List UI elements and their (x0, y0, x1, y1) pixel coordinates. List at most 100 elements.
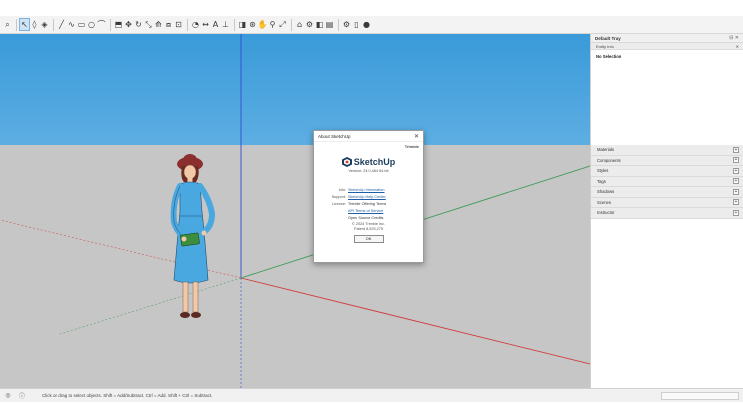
tray-title: Default Tray (595, 35, 621, 41)
info-row: Info: SketchUp Information (314, 186, 423, 193)
style-icon[interactable]: ◧ (315, 19, 324, 30)
toolbar-separator (234, 18, 235, 31)
scenes-icon[interactable]: ▤ (325, 19, 334, 30)
tray-panel-scenes[interactable]: Scenes + (591, 197, 743, 208)
tape-measure-icon[interactable]: ⊡ (174, 19, 183, 30)
entity-info-header[interactable]: Entity Info ✕ (591, 43, 743, 50)
tray-panel-label: Styles (597, 168, 609, 174)
dialog-title: About SketchUp (318, 133, 351, 139)
text-icon[interactable]: A (211, 19, 220, 30)
info-links: Info: SketchUp Information Support: SketchU… (314, 186, 423, 221)
settings-icon[interactable]: ⚙ (342, 19, 351, 30)
move-icon[interactable]: ✥ (124, 19, 133, 30)
tray-panel-tags[interactable]: Tags + (591, 176, 743, 187)
default-tray: Default Tray ⊟ ✕ Entity Info ✕ No Select… (590, 34, 743, 388)
info-row: Support: SketchUp Help Center (314, 193, 423, 200)
sketchup-logo: SketchUp (314, 157, 423, 167)
toolbar-separator (291, 18, 292, 31)
status-bar: ◎ ⓘ Click or drag to select objects. Shi… (0, 388, 743, 402)
model-axes (0, 34, 590, 388)
freehand-icon[interactable]: ∿ (67, 19, 76, 30)
expand-icon[interactable]: + (733, 188, 739, 195)
offset-icon[interactable]: ⧈ (164, 19, 173, 30)
about-dialog: About SketchUp ✕ Trimble SketchUp Versio… (313, 130, 424, 263)
info-link[interactable]: SketchUp Information (348, 188, 385, 192)
entity-info-label: Entity Info (596, 43, 614, 49)
orbit-icon[interactable]: ⊛ (248, 19, 257, 30)
red-axis (240, 277, 590, 365)
extension-icon[interactable]: ⚙ (305, 19, 314, 30)
axes-icon[interactable]: ⊥ (221, 19, 230, 30)
main-toolbar: ⌕ ↖ ◊ ◈ ╱ ∿ ▭ ○ ⌒ ⬒ ✥ ↻ ⤡ ⟰ ⧈ ⊡ ◔ ↔ A ⊥ ◨ ⊛ ✋ ⚲ ⤢ ⌂ ⚙ ◧ ▤ ⚙ ▯ ● (0, 16, 743, 34)
info-link[interactable]: API Terms of Service (348, 209, 383, 213)
info-text: Trimble Offering Terms (348, 201, 387, 206)
model-viewport[interactable]: About SketchUp ✕ Trimble SketchUp Versio… (0, 34, 590, 388)
measurements-box[interactable] (661, 392, 739, 400)
tray-panel-shadows[interactable]: Shadows + (591, 187, 743, 198)
expand-icon[interactable]: + (733, 178, 739, 185)
document-icon[interactable]: ▯ (352, 19, 361, 30)
warehouse-icon[interactable]: ⌂ (295, 19, 304, 30)
tray-panel-label: Tags (597, 178, 606, 184)
zoom-extents-icon[interactable]: ⤢ (278, 19, 287, 30)
tray-panel-label: Shadows (597, 189, 615, 195)
toolbar-separator (16, 18, 17, 31)
app-name: SketchUp (353, 157, 396, 167)
toolbar-separator (110, 18, 111, 31)
tray-controls-icon[interactable]: ⊟ ✕ (729, 35, 739, 41)
tray-header: Default Tray ⊟ ✕ (591, 34, 743, 43)
close-icon[interactable]: ✕ (414, 133, 419, 140)
select-icon[interactable]: ↖ (19, 18, 30, 31)
sketchup-logo-icon (341, 157, 352, 167)
no-selection-text: No Selection (596, 54, 622, 59)
credits-icon[interactable]: ⓘ (18, 392, 26, 400)
protractor-icon[interactable]: ◔ (191, 19, 200, 30)
rectangle-icon[interactable]: ▭ (77, 19, 86, 30)
tray-panels: Materials + Components + Styles + Tags + Shadows… (591, 145, 743, 219)
user-icon[interactable]: ● (362, 19, 371, 30)
geo-location-icon[interactable]: ◎ (4, 392, 12, 400)
info-row-key: Support: (331, 194, 346, 199)
info-row-key: Info: (338, 187, 346, 192)
section-plane-icon[interactable]: ◨ (238, 19, 247, 30)
expand-icon[interactable]: + (733, 157, 739, 164)
dimension-icon[interactable]: ↔ (201, 19, 210, 30)
follow-me-icon[interactable]: ⟰ (154, 19, 163, 30)
paint-bucket-icon[interactable]: ◈ (40, 19, 49, 30)
info-row-key: License: (331, 201, 346, 206)
info-row: API Terms of Service (314, 207, 423, 214)
expand-icon[interactable]: + (733, 146, 739, 153)
version-text: Version: 24.0.484 64-bit (348, 169, 389, 173)
scale-figure[interactable] (168, 152, 222, 322)
rotate-icon[interactable]: ↻ (134, 19, 143, 30)
search-icon[interactable]: ⌕ (3, 19, 12, 30)
sketchup-window: ⌕ ↖ ◊ ◈ ╱ ∿ ▭ ○ ⌒ ⬒ ✥ ↻ ⤡ ⟰ ⧈ ⊡ ◔ ↔ A ⊥ ◨ ⊛ ✋ ⚲ ⤢ ⌂ ⚙ ◧ ▤ ⚙ ▯ ● (0, 0, 743, 418)
expand-icon[interactable]: + (733, 199, 739, 206)
tray-panel-materials[interactable]: Materials + (591, 145, 743, 156)
pan-icon[interactable]: ✋ (258, 19, 268, 30)
expand-icon[interactable]: + (733, 209, 739, 216)
info-row: Open Source Credits (314, 214, 423, 221)
arc-icon[interactable]: ⌒ (97, 19, 106, 30)
tray-panel-styles[interactable]: Styles + (591, 166, 743, 177)
close-icon[interactable]: ✕ (736, 44, 739, 49)
tray-panel-components[interactable]: Components + (591, 155, 743, 166)
toolbar-separator (338, 18, 339, 31)
scale-icon[interactable]: ⤡ (144, 19, 153, 30)
line-icon[interactable]: ╱ (57, 19, 66, 30)
entity-info-body: No Selection (591, 50, 743, 146)
zoom-icon[interactable]: ⚲ (268, 19, 277, 30)
info-text: Open Source Credits (348, 215, 384, 220)
info-link[interactable]: SketchUp Help Center (348, 195, 386, 199)
ok-button[interactable]: OK (353, 235, 384, 243)
dialog-titlebar: About SketchUp ✕ (314, 131, 423, 142)
status-text: Click or drag to select objects. Shift =… (42, 393, 213, 398)
tray-panel-instructor[interactable]: Instructor + (591, 208, 743, 219)
push-pull-icon[interactable]: ⬒ (114, 19, 123, 30)
circle-icon[interactable]: ○ (87, 19, 96, 30)
eraser-icon[interactable]: ◊ (30, 19, 39, 30)
trimble-logo: Trimble (404, 144, 419, 149)
toolbar-separator (187, 18, 188, 31)
toolbar-separator (53, 18, 54, 31)
expand-icon[interactable]: + (733, 167, 739, 174)
